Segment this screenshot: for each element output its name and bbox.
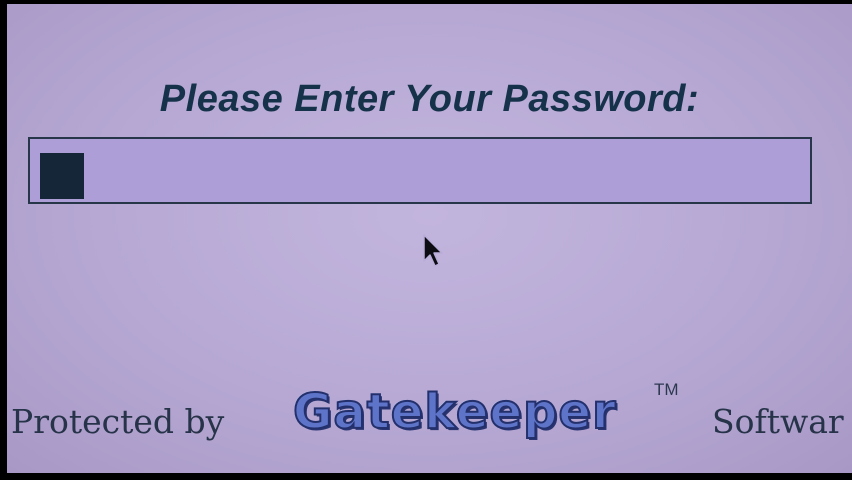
gatekeeper-logo: Gatekeeper (292, 383, 617, 441)
monitor-frame: Please Enter Your Password: Protected by… (0, 0, 852, 480)
software-label: Softwar (712, 402, 844, 441)
login-screen: Please Enter Your Password: Protected by… (7, 4, 852, 473)
password-prompt: Please Enter Your Password: (159, 78, 700, 120)
mouse-pointer-icon (423, 234, 443, 267)
trademark-mark: TM (654, 380, 679, 399)
text-cursor (40, 153, 84, 199)
protected-by-label: Protected by (11, 402, 225, 441)
password-input[interactable] (28, 137, 812, 204)
